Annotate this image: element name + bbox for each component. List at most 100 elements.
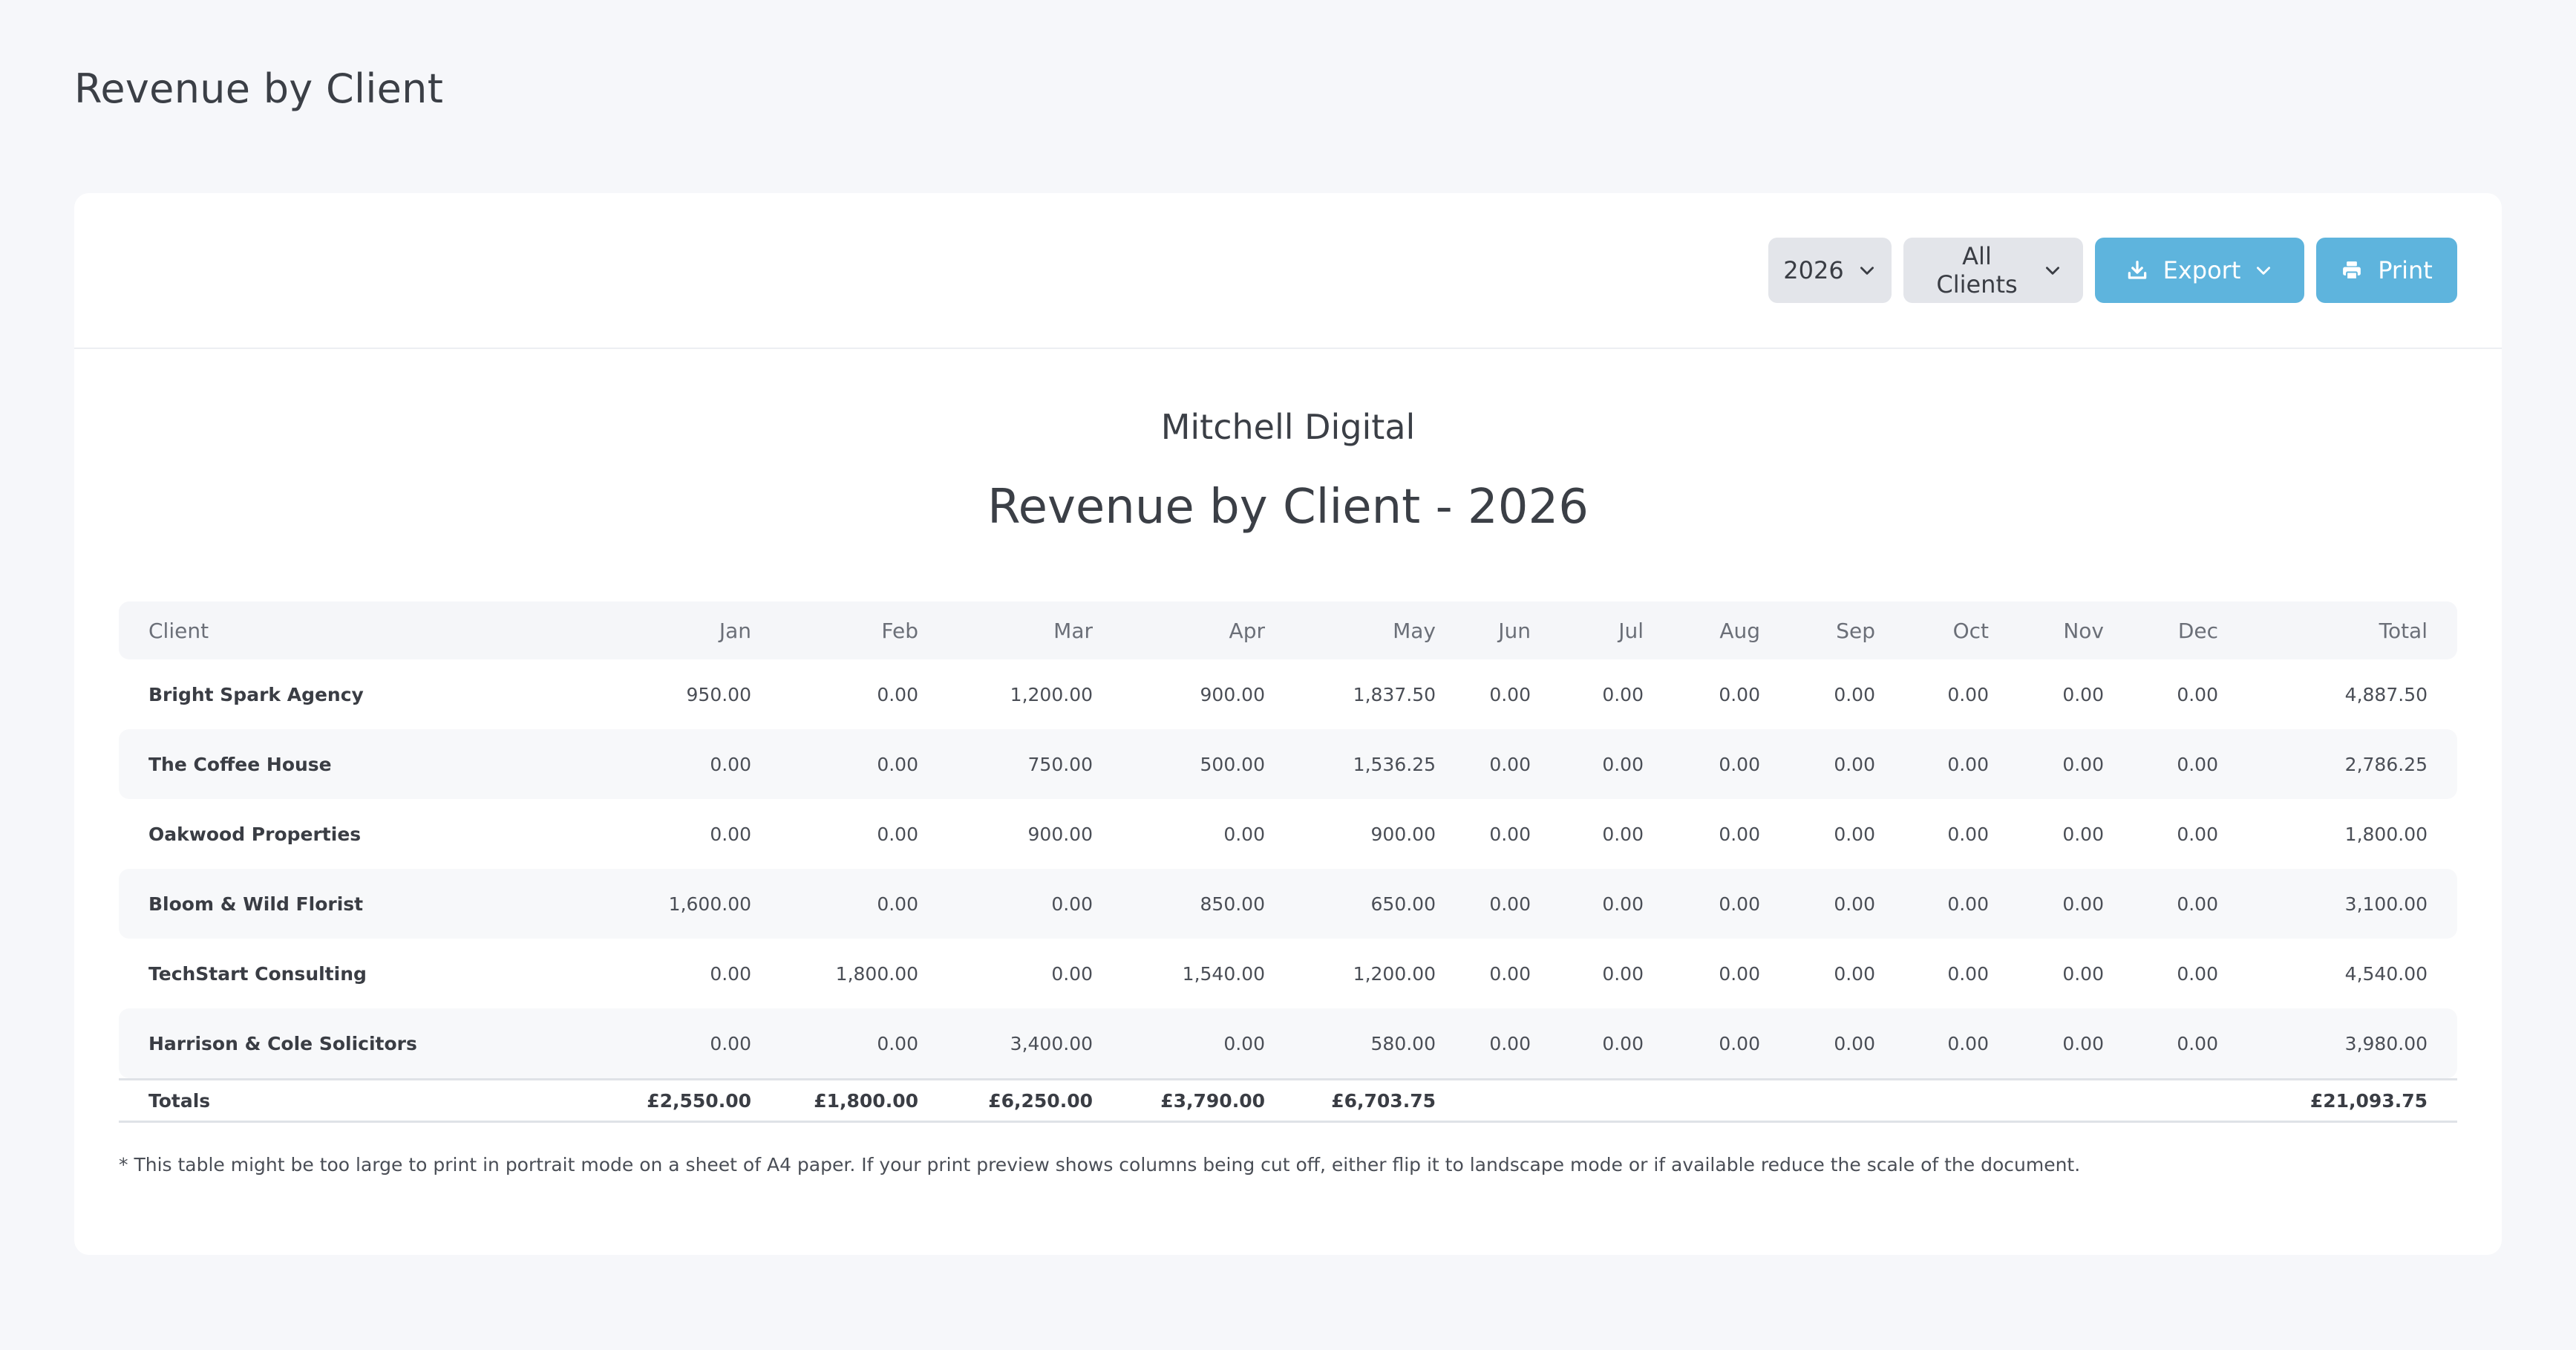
chevron-down-icon <box>2043 261 2062 280</box>
table-cell: 0.00 <box>1719 823 1760 845</box>
table-cell: 1,800.00 <box>2344 823 2428 845</box>
revenue-table-wrapper: Client Jan Feb Mar Apr May Jun Jul Aug S… <box>119 601 2457 1123</box>
table-cell: 3,400.00 <box>932 1008 1106 1078</box>
table-cell: 4,540.00 <box>2344 962 2428 985</box>
column-header: Nov <box>2002 601 2117 659</box>
export-label: Export <box>2163 256 2241 284</box>
table-cell: 0.00 <box>1602 683 1644 705</box>
export-button[interactable]: Export <box>2095 238 2304 303</box>
download-icon <box>2126 259 2148 281</box>
table-cell: 1,600.00 <box>601 869 765 939</box>
print-button[interactable]: Print <box>2316 238 2457 303</box>
table-cell: 0.00 <box>765 869 932 939</box>
chevron-down-icon <box>2254 261 2273 280</box>
table-cell: 2,786.25 <box>2232 729 2457 799</box>
table-row: Bright Spark Agency 950.00 0.00 1,200.00 900… <box>119 659 2457 729</box>
table-cell: 0.00 <box>1657 1008 1774 1078</box>
totals-row: Totals £2,550.00 £1,800.00 £6,250.00 £3,… <box>119 1078 2457 1123</box>
totals-cell: £1,800.00 <box>765 1078 932 1123</box>
totals-cell: £2,550.00 <box>601 1078 765 1123</box>
table-cell: 580.00 <box>1278 1008 1449 1078</box>
table-row: TechStart Consulting 0.00 1,800.00 0.00 1,54… <box>119 939 2457 1008</box>
table-row: Harrison & Cole Solicitors 0.00 0.00 3,400.… <box>119 1008 2457 1078</box>
client-name-cell: Bright Spark Agency <box>148 683 364 705</box>
table-cell: 0.00 <box>2062 823 2104 845</box>
table-row: Oakwood Properties 0.00 0.00 900.00 0.00 900.… <box>119 799 2457 869</box>
column-header: Aug <box>1657 601 1774 659</box>
client-name-cell: Oakwood Properties <box>148 823 362 845</box>
revenue-table: Client Jan Feb Mar Apr May Jun Jul Aug S… <box>119 601 2457 1123</box>
table-cell: 900.00 <box>1027 823 1093 845</box>
totals-cell: £21,093.75 <box>2232 1078 2457 1123</box>
totals-cell <box>1544 1078 1657 1123</box>
table-cell: 0.00 <box>1544 729 1657 799</box>
chevron-down-icon <box>1857 261 1877 280</box>
table-cell: 1,837.50 <box>1353 683 1436 705</box>
table-row: The Coffee House 0.00 0.00 750.00 500.00 1,53… <box>119 729 2457 799</box>
table-cell: 4,887.50 <box>2344 683 2428 705</box>
table-cell: 0.00 <box>1657 729 1774 799</box>
page-title: Revenue by Client <box>74 65 444 112</box>
table-cell: 0.00 <box>1719 962 1760 985</box>
table-cell: 0.00 <box>601 1008 765 1078</box>
table-cell: 0.00 <box>2117 869 2232 939</box>
printer-icon <box>2341 259 2363 281</box>
client-name-cell: TechStart Consulting <box>148 962 367 985</box>
table-row: Bloom & Wild Florist 1,600.00 0.00 0.00 850.… <box>119 869 2457 939</box>
column-header: Apr <box>1106 601 1278 659</box>
table-cell: 1,200.00 <box>1010 683 1093 705</box>
report-title: Revenue by Client - 2026 <box>987 480 1589 535</box>
year-select-label: 2026 <box>1783 256 1844 284</box>
table-cell: 0.00 <box>2177 962 2218 985</box>
year-select[interactable]: 2026 <box>1768 238 1892 303</box>
table-cell: 0.00 <box>1489 823 1531 845</box>
totals-cell: £3,790.00 <box>1106 1078 1278 1123</box>
table-cell: 3,100.00 <box>2232 869 2457 939</box>
table-cell: 0.00 <box>1051 962 1093 985</box>
table-cell: 0.00 <box>2002 869 2117 939</box>
client-filter-label: All Clients <box>1936 242 2018 299</box>
column-header: Feb <box>765 601 932 659</box>
table-cell: 0.00 <box>1774 869 1889 939</box>
table-cell: 0.00 <box>1834 823 1875 845</box>
totals-cell <box>1449 1078 1544 1123</box>
table-cell: 900.00 <box>1200 683 1265 705</box>
table-cell: 0.00 <box>601 729 765 799</box>
column-header: Oct <box>1889 601 2002 659</box>
table-cell: 0.00 <box>2177 683 2218 705</box>
column-header: Jan <box>601 601 765 659</box>
table-cell: 0.00 <box>2062 962 2104 985</box>
table-cell: 0.00 <box>2117 729 2232 799</box>
table-cell: 1,200.00 <box>1353 962 1436 985</box>
totals-cell <box>1774 1078 1889 1123</box>
table-cell: 0.00 <box>1449 729 1544 799</box>
table-cell: 0.00 <box>932 869 1106 939</box>
totals-cell: Totals <box>119 1078 601 1123</box>
table-cell: 0.00 <box>2002 729 2117 799</box>
table-cell: 0.00 <box>1223 823 1265 845</box>
client-name-cell: Harrison & Cole Solicitors <box>119 1008 601 1078</box>
table-cell: 0.00 <box>1889 1008 2002 1078</box>
table-cell: 0.00 <box>1947 823 1989 845</box>
table-cell: 950.00 <box>686 683 751 705</box>
column-header: Sep <box>1774 601 1889 659</box>
column-header: Dec <box>2117 601 2232 659</box>
table-body: Bright Spark Agency 950.00 0.00 1,200.00 900… <box>119 659 2457 1078</box>
table-cell: 0.00 <box>1489 962 1531 985</box>
table-cell: 0.00 <box>1449 1008 1544 1078</box>
table-cell: 0.00 <box>1602 962 1644 985</box>
table-cell: 0.00 <box>1889 869 2002 939</box>
table-cell: 0.00 <box>1774 1008 1889 1078</box>
client-filter-select[interactable]: All Clients <box>1903 238 2083 303</box>
client-name-cell: The Coffee House <box>119 729 601 799</box>
table-cell: 0.00 <box>2002 1008 2117 1078</box>
table-cell: 0.00 <box>1544 869 1657 939</box>
table-cell: 0.00 <box>1544 1008 1657 1078</box>
table-cell: 0.00 <box>1719 683 1760 705</box>
table-cell: 3,980.00 <box>2232 1008 2457 1078</box>
table-header-row: Client Jan Feb Mar Apr May Jun Jul Aug S… <box>119 601 2457 659</box>
totals-cell <box>2117 1078 2232 1123</box>
client-name-cell: Bloom & Wild Florist <box>119 869 601 939</box>
table-cell: 0.00 <box>877 683 918 705</box>
table-cell: 1,536.25 <box>1278 729 1449 799</box>
